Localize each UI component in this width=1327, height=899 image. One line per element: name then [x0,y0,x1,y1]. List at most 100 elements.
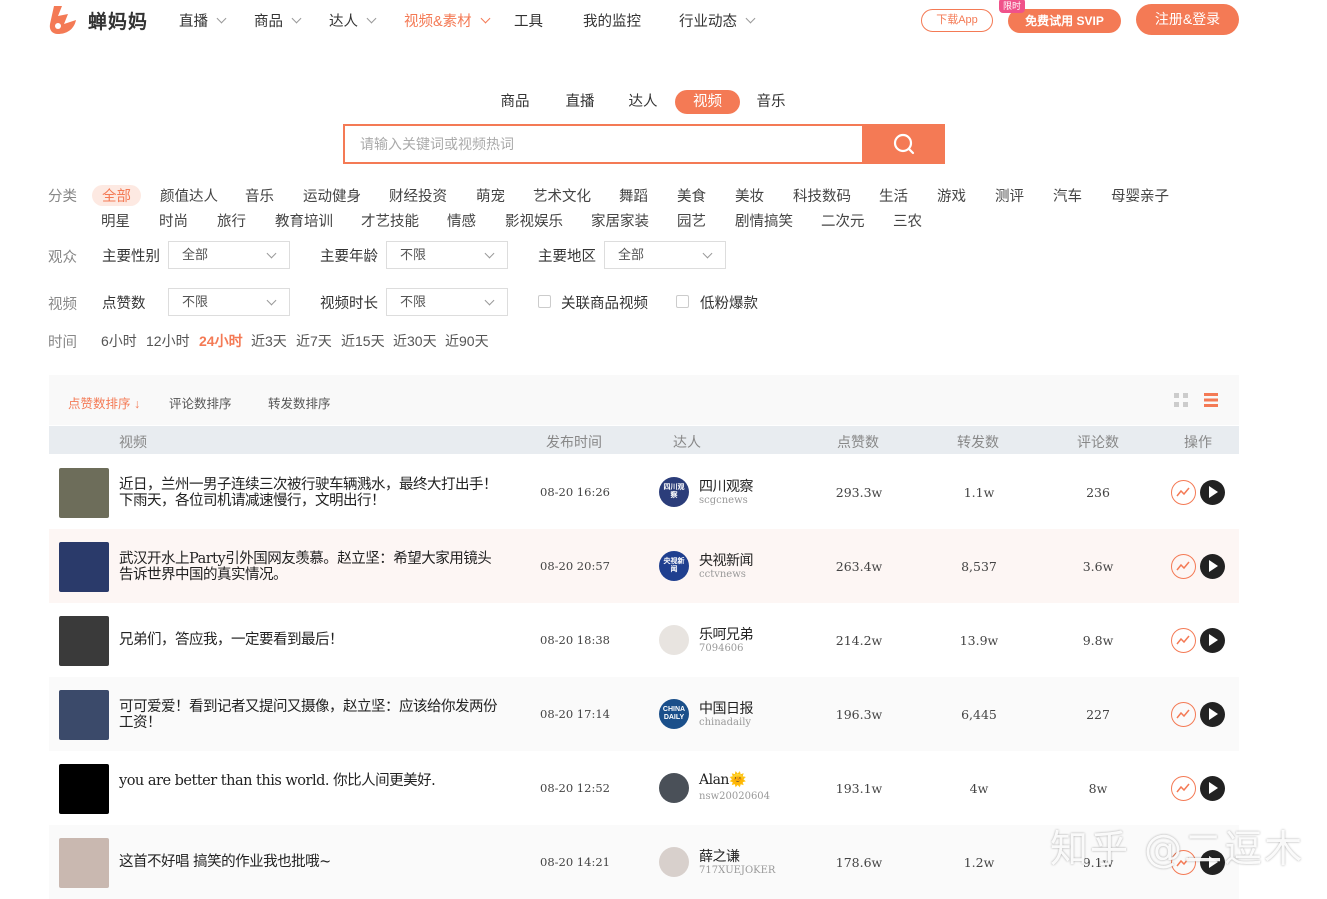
play-button[interactable] [1200,554,1225,579]
time-option-30d[interactable]: 近30天 [393,331,437,351]
search-button[interactable] [862,124,945,164]
table-row[interactable]: 近日，兰州一男子连续三次被行驶车辆溅水，最终大打出手！下雨天，各位司机请减速慢行… [49,455,1239,529]
nav-live[interactable]: 直播 [179,10,227,31]
category-option[interactable]: 情感 [447,210,476,231]
category-option[interactable]: 测评 [995,185,1024,206]
list-view-icon[interactable] [1203,392,1219,408]
author-name[interactable]: 乐呵兄弟 [699,624,754,644]
duration-select[interactable]: 不限 [386,288,508,316]
nav-influencer[interactable]: 达人 [329,10,377,31]
sort-by-likes[interactable]: 点赞数排序 ↓ [68,393,140,412]
video-title[interactable]: 近日，兰州一男子连续三次被行驶车辆溅水，最终大打出手！下雨天，各位司机请减速慢行… [119,477,499,509]
play-button[interactable] [1200,480,1225,505]
time-option-24h[interactable]: 24小时 [199,331,243,351]
register-login-button[interactable]: 注册&登录 [1136,4,1239,35]
table-row[interactable]: 武汉开水上Party引外国网友羡慕。赵立坚：希望大家用镜头告诉世界中国的真实情况… [49,529,1239,603]
grid-view-icon[interactable] [1173,392,1189,408]
table-row[interactable]: you are better than this world. 你比人间更美好.… [49,751,1239,825]
category-option[interactable]: 财经投资 [389,185,447,206]
video-title[interactable]: 兄弟们，答应我，一定要看到最后！ [119,632,499,648]
trend-chart-button[interactable] [1171,702,1196,727]
category-option[interactable]: 明星 [101,210,130,231]
play-button[interactable] [1200,776,1225,801]
trend-chart-button[interactable] [1171,480,1196,505]
category-option[interactable]: 二次元 [821,210,865,231]
category-option[interactable]: 颜值达人 [160,185,218,206]
category-option[interactable]: 全部 [92,185,141,206]
author-avatar[interactable]: CHINA DAILY [659,699,689,729]
category-option[interactable]: 汽车 [1053,185,1082,206]
sort-by-comments[interactable]: 评论数排序 [169,393,232,412]
sort-by-shares[interactable]: 转发数排序 [268,393,331,412]
category-option[interactable]: 运动健身 [303,185,361,206]
video-title[interactable]: 这首不好唱 搞笑的作业我也批哦~ [119,854,499,870]
nav-industry-news[interactable]: 行业动态 [679,10,756,31]
author-avatar[interactable] [659,847,689,877]
logo[interactable]: 蝉妈妈 [48,4,148,36]
time-option-3d[interactable]: 近3天 [251,331,287,351]
video-title[interactable]: you are better than this world. 你比人间更美好. [119,773,499,789]
nav-video-material[interactable]: 视频&素材 [404,10,491,31]
age-select[interactable]: 不限 [386,241,508,269]
nav-tools[interactable]: 工具 [514,10,543,31]
free-trial-svip-button[interactable]: 免费试用 SVIP [1008,9,1121,33]
time-option-6h[interactable]: 6小时 [101,331,137,351]
time-option-15d[interactable]: 近15天 [341,331,385,351]
trend-chart-button[interactable] [1171,628,1196,653]
low-fans-checkbox[interactable] [676,295,689,308]
category-option[interactable]: 舞蹈 [619,185,648,206]
trend-chart-button[interactable] [1171,776,1196,801]
video-thumbnail[interactable] [59,542,109,592]
play-button[interactable] [1200,628,1225,653]
table-row[interactable]: 可可爱爱！看到记者又提问又摄像，赵立坚：应该给你发两份工资！ 08-20 17:… [49,677,1239,751]
video-title[interactable]: 武汉开水上Party引外国网友羡慕。赵立坚：希望大家用镜头告诉世界中国的真实情况… [119,551,499,583]
category-option[interactable]: 音乐 [245,185,274,206]
category-option[interactable]: 剧情搞笑 [735,210,793,231]
video-thumbnail[interactable] [59,690,109,740]
category-option[interactable]: 园艺 [677,210,706,231]
category-option[interactable]: 时尚 [159,210,188,231]
category-option[interactable]: 生活 [879,185,908,206]
category-option[interactable]: 影视娱乐 [505,210,563,231]
category-option[interactable]: 萌宠 [476,185,505,206]
category-option[interactable]: 游戏 [937,185,966,206]
category-option[interactable]: 科技数码 [793,185,851,206]
search-tab-influencer[interactable]: 达人 [623,90,663,114]
time-option-12h[interactable]: 12小时 [146,331,190,351]
author-avatar[interactable] [659,625,689,655]
trend-chart-button[interactable] [1171,554,1196,579]
category-option[interactable]: 母婴亲子 [1111,185,1169,206]
video-thumbnail[interactable] [59,616,109,666]
time-option-7d[interactable]: 近7天 [296,331,332,351]
nav-goods[interactable]: 商品 [254,10,302,31]
likes-select[interactable]: 不限 [168,288,290,316]
search-input[interactable] [345,126,862,162]
category-option[interactable]: 教育培训 [275,210,333,231]
author-avatar[interactable]: 央视新闻 [659,551,689,581]
author-avatar[interactable]: 四川观察 [659,477,689,507]
author-name[interactable]: 央视新闻 [699,550,754,570]
search-tab-goods[interactable]: 商品 [495,90,535,114]
category-option[interactable]: 艺术文化 [533,185,591,206]
search-tab-music[interactable]: 音乐 [751,90,791,114]
category-option[interactable]: 美妆 [735,185,764,206]
nav-my-monitor[interactable]: 我的监控 [583,10,641,31]
video-thumbnail[interactable] [59,468,109,518]
gender-select[interactable]: 全部 [168,241,290,269]
category-option[interactable]: 才艺技能 [361,210,419,231]
play-button[interactable] [1200,702,1225,727]
author-avatar[interactable] [659,773,689,803]
region-select[interactable]: 全部 [604,241,726,269]
category-option[interactable]: 美食 [677,185,706,206]
search-tab-video[interactable]: 视频 [675,90,740,114]
author-name[interactable]: 薛之谦 [699,846,740,866]
linked-goods-checkbox[interactable] [538,295,551,308]
category-option[interactable]: 旅行 [217,210,246,231]
video-thumbnail[interactable] [59,764,109,814]
author-name[interactable]: 四川观察 [699,476,754,496]
download-app-button[interactable]: 下载App [921,9,993,32]
search-tab-live[interactable]: 直播 [560,90,600,114]
author-name[interactable]: 中国日报 [699,698,754,718]
table-row[interactable]: 兄弟们，答应我，一定要看到最后！ 08-20 18:38 乐呵兄弟 709460… [49,603,1239,677]
video-thumbnail[interactable] [59,838,109,888]
